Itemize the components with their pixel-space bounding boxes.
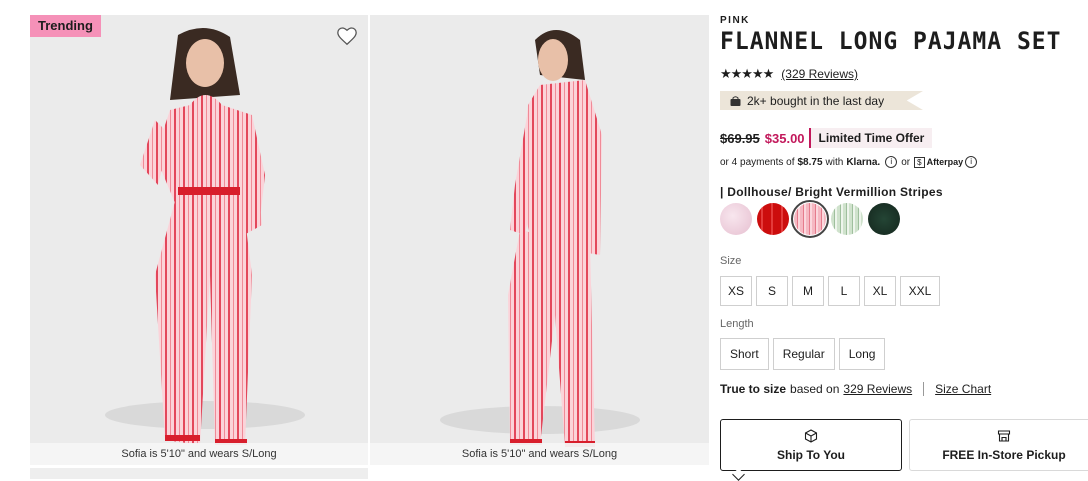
model-caption: Sofia is 5'10" and wears S/Long (30, 443, 368, 465)
shopping-bag-icon (730, 95, 741, 106)
afterpay-info-icon[interactable]: i (965, 156, 978, 168)
payments-or: or (901, 156, 911, 168)
swatch-green-tartan[interactable] (868, 203, 900, 235)
fit-divider (923, 382, 925, 396)
reviews-link[interactable]: (329 Reviews) (781, 67, 858, 81)
length-short-button[interactable]: Short (720, 338, 769, 370)
model-caption: Sofia is 5'10" and wears S/Long (370, 443, 709, 465)
size-label: Size (720, 255, 742, 267)
color-swatches (720, 200, 905, 238)
swatch-pink-solid[interactable] (720, 203, 752, 235)
length-long-button[interactable]: Long (838, 338, 886, 370)
star-rating-icon: ★★★★★ (720, 66, 774, 81)
swatch-red-plaid[interactable] (757, 203, 789, 235)
rating-row: ★★★★★ (329 Reviews) (720, 66, 858, 82)
length-label: Length (720, 318, 754, 330)
afterpay-icon: $ (914, 156, 925, 168)
fit-reviews-link[interactable]: 329 Reviews (843, 382, 912, 396)
fit-info: True to size based on 329 Reviews Size C… (720, 382, 991, 396)
payments-prefix: or 4 payments of (720, 156, 795, 168)
price-row: $69.95 $35.00 Limited Time Offer (720, 128, 933, 148)
limited-offer-badge: Limited Time Offer (808, 128, 933, 148)
ship-to-you-option[interactable]: Ship To You (720, 419, 902, 471)
length-options: Short Regular Long (720, 338, 889, 370)
package-icon (804, 428, 818, 443)
size-xl-button[interactable]: XL (864, 276, 896, 306)
original-price: $69.95 (720, 130, 760, 146)
size-s-button[interactable]: S (756, 276, 788, 306)
bought-badge: 2k+ bought in the last day (720, 91, 923, 110)
fit-summary: True to size (720, 382, 787, 396)
in-store-pickup-option[interactable]: FREE In-Store Pickup (909, 419, 1088, 471)
sale-price: $35.00 (764, 130, 805, 146)
product-info: PINK FLANNEL LONG PAJAMA SET ★★★★★ (329 … (720, 15, 1088, 481)
selected-color-label: | Dollhouse/ Bright Vermillion Stripes (720, 185, 943, 199)
size-chart-link[interactable]: Size Chart (935, 382, 991, 396)
size-xxl-button[interactable]: XXL (900, 276, 940, 306)
heart-icon[interactable] (336, 25, 358, 47)
length-regular-button[interactable]: Regular (772, 338, 835, 370)
thumbnail-strip (30, 468, 368, 479)
trending-badge: Trending (30, 15, 101, 37)
klarna-logo: Klarna. (846, 156, 881, 168)
klarna-info-icon[interactable]: i (885, 156, 898, 168)
store-icon (997, 429, 1011, 442)
in-store-pickup-label: FREE In-Store Pickup (942, 447, 1066, 462)
size-l-button[interactable]: L (828, 276, 860, 306)
swatch-dollhouse-stripes[interactable] (791, 200, 829, 238)
product-title: FLANNEL LONG PAJAMA SET (720, 28, 1062, 56)
product-photo-side[interactable]: Sofia is 5'10" and wears S/Long (370, 15, 709, 465)
product-photo-front[interactable]: Trending Sofia is 5'10" and wears S/Long (30, 15, 368, 465)
bought-text: 2k+ bought in the last day (747, 93, 885, 108)
model-front-image (105, 27, 305, 445)
payment-amount: $8.75 (797, 156, 823, 168)
swatch-green-stripes[interactable] (831, 203, 863, 235)
installment-payments: or 4 payments of $8.75 with Klarna. i or… (720, 156, 981, 168)
payments-with: with (825, 156, 844, 168)
size-xs-button[interactable]: XS (720, 276, 752, 306)
fit-based-on: based on (790, 382, 840, 396)
brand-label: PINK (720, 15, 750, 26)
afterpay-logo: Afterpay (926, 157, 964, 167)
size-options: XS S M L XL XXL (720, 276, 944, 306)
ship-to-you-label: Ship To You (777, 447, 845, 462)
model-side-image (440, 30, 640, 447)
size-m-button[interactable]: M (792, 276, 824, 306)
